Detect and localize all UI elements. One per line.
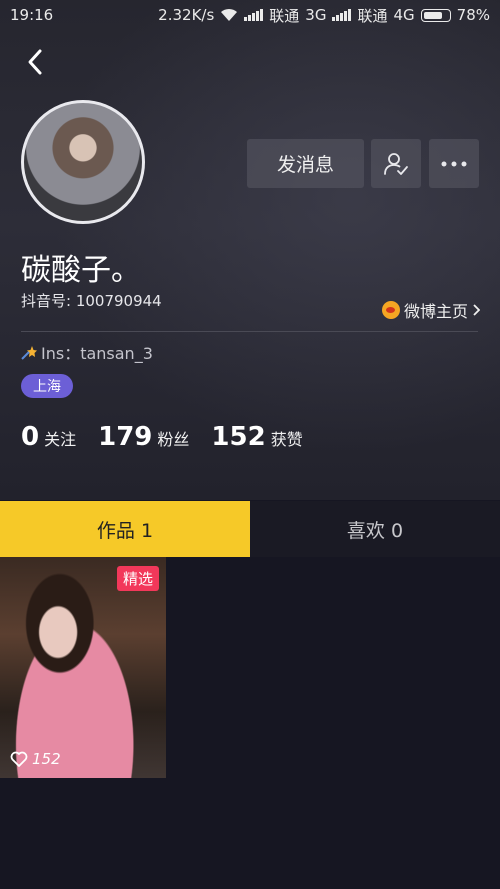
divider [21,331,478,332]
send-message-button[interactable]: 发消息 [247,139,364,188]
stat-label: 获赞 [270,430,303,449]
chevron-right-icon [473,304,480,316]
network-type-1: 3G [305,6,327,24]
weibo-link-label: 微博主页 [403,302,468,321]
battery-percent: 78% [456,6,490,24]
stat-following[interactable]: 0 关注 [21,422,76,452]
signal-icon [244,9,264,21]
bio-text: Ins：tansan_3 [41,344,153,363]
location-badge: 上海 [21,374,73,398]
follow-user-button[interactable] [371,139,421,188]
signal-icon [332,9,352,21]
video-thumbnail[interactable]: 精选 152 [0,557,166,778]
follow-user-icon [384,152,408,175]
network-speed: 2.32K/s [158,6,215,24]
status-indicators: 2.32K/s 联通 3G 联通 4G 78% [158,5,490,26]
profile-name: 碳酸子。 [21,253,141,288]
battery-icon [420,8,451,22]
status-bar: 19:16 2.32K/s 联通 3G 联通 4G 78% [0,0,500,30]
back-icon [28,49,42,75]
carrier-1: 联通 [269,6,300,25]
video-likes: 152 [10,750,61,768]
account-id: 抖音号: 100790944 [21,292,162,310]
stat-label: 粉丝 [157,430,190,449]
stat-number: 152 [211,422,266,452]
profile-stats: 0 关注 179 粉丝 152 获赞 [21,422,325,452]
stat-number: 0 [21,422,40,452]
more-button[interactable] [429,139,479,188]
more-icon [441,161,467,166]
weibo-link[interactable]: 微博主页 [381,298,480,322]
stat-label: 关注 [44,430,77,449]
stat-number: 179 [98,422,153,452]
wifi-icon [221,8,238,21]
tab-likes[interactable]: 喜欢 0 [250,501,500,557]
network-type-2: 4G [393,6,415,24]
avatar[interactable] [21,100,145,224]
stat-likes: 152 获赞 [211,422,302,452]
weibo-icon [381,301,400,319]
video-likes-count: 152 [32,750,61,768]
bio: Ins：tansan_3 [21,340,153,364]
tab-works[interactable]: 作品 1 [0,501,250,557]
stat-followers[interactable]: 179 粉丝 [98,422,189,452]
heart-icon [10,751,28,767]
carrier-2: 联通 [357,6,388,25]
star-icon [21,346,37,360]
back-button[interactable] [20,45,50,79]
status-time: 19:16 [10,6,54,24]
content-tabs: 作品 1 喜欢 0 [0,501,500,557]
featured-badge: 精选 [116,566,159,591]
